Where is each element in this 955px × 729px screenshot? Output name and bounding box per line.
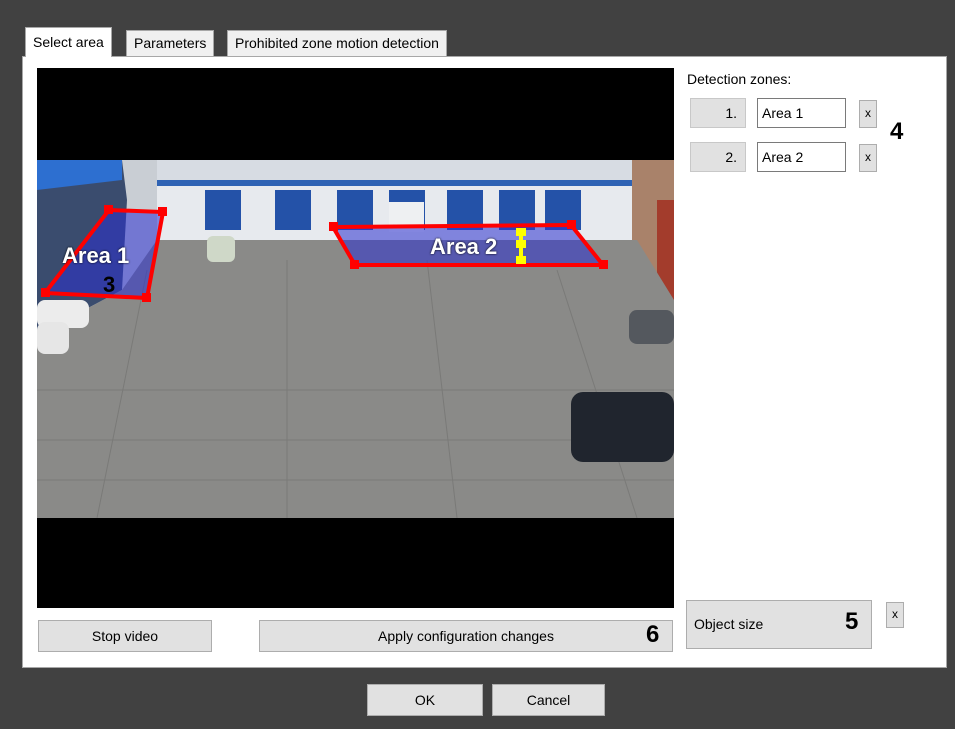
callout-5: 5 bbox=[845, 608, 859, 635]
ok-button[interactable]: OK bbox=[367, 684, 483, 716]
zone-1-name-field[interactable] bbox=[757, 98, 846, 128]
area-1-label: Area 1 bbox=[62, 243, 130, 268]
detection-zones-title: Detection zones: bbox=[687, 71, 792, 87]
cancel-button[interactable]: Cancel bbox=[492, 684, 605, 716]
zone-2-number[interactable]: 2. bbox=[690, 142, 746, 172]
zone-1-delete-button[interactable]: x bbox=[859, 100, 877, 128]
tab-prohibited-zone[interactable]: Prohibited zone motion detection bbox=[227, 30, 447, 56]
video-viewport[interactable]: Area 1 Area 2 3 bbox=[37, 68, 674, 608]
area-2-label: Area 2 bbox=[430, 234, 498, 259]
callout-6: 6 bbox=[646, 621, 660, 648]
object-size-delete-button[interactable]: x bbox=[886, 602, 904, 628]
tab-parameters[interactable]: Parameters bbox=[126, 30, 215, 56]
callout-4: 4 bbox=[890, 118, 904, 145]
callout-3: 3 bbox=[103, 272, 116, 297]
stop-video-button[interactable]: Stop video bbox=[38, 620, 212, 652]
zone-1-number[interactable]: 1. bbox=[690, 98, 746, 128]
camera-frame bbox=[37, 160, 674, 518]
zone-2-delete-button[interactable]: x bbox=[859, 144, 877, 172]
zone-2-name-field[interactable] bbox=[757, 142, 846, 172]
apply-configuration-changes-button[interactable]: Apply configuration changes bbox=[259, 620, 673, 652]
tab-select-area[interactable]: Select area bbox=[25, 27, 112, 57]
